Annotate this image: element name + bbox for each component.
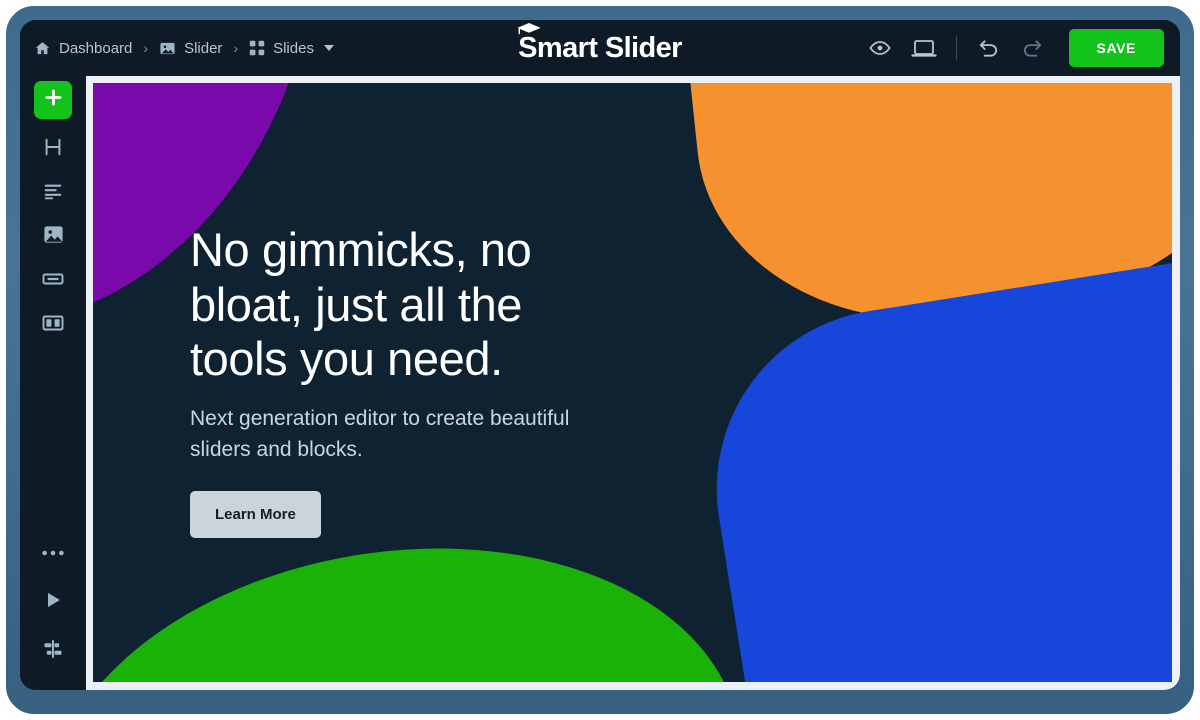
breadcrumb-label: Slides [273, 39, 314, 57]
slide-subheading[interactable]: Next generation editor to create beautif… [190, 403, 590, 467]
undo-icon[interactable] [975, 34, 1003, 62]
image-icon [42, 223, 65, 251]
breadcrumb-label: Dashboard [59, 39, 133, 57]
toolbar-divider [955, 36, 957, 60]
align-center-icon [41, 637, 65, 666]
app-logo[interactable]: Smart Slider [517, 22, 682, 63]
learn-more-button[interactable]: Learn More [190, 491, 321, 539]
row-layer-button[interactable] [34, 306, 72, 344]
text-layer-button[interactable] [34, 174, 72, 212]
breadcrumb-item-slider[interactable]: Slider [159, 40, 222, 57]
slide-canvas[interactable]: No gimmicks, no bloat, just all the tool… [93, 83, 1172, 682]
app-body: No gimmicks, no bloat, just all the tool… [20, 76, 1180, 690]
breadcrumb: Dashboard › Slider › Slides [34, 40, 334, 57]
more-options-button[interactable] [34, 534, 72, 572]
grid-icon [249, 40, 265, 56]
breadcrumb-separator: › [143, 40, 149, 56]
align-button[interactable] [34, 632, 72, 670]
breadcrumb-label: Slider [184, 39, 223, 57]
breadcrumb-item-slides[interactable]: Slides [249, 40, 334, 57]
add-layer-button[interactable] [34, 81, 72, 119]
slide-text-layers: No gimmicks, no bloat, just all the tool… [190, 223, 590, 539]
plus-icon [43, 87, 64, 113]
button-layer-button[interactable] [34, 262, 72, 300]
app-logo-text: Smart Slider [517, 22, 682, 63]
breadcrumb-item-dashboard[interactable]: Dashboard [34, 40, 132, 57]
redo-icon[interactable] [1019, 34, 1047, 62]
device-desktop-icon[interactable] [910, 34, 938, 62]
breadcrumb-separator: › [233, 40, 239, 56]
heading-icon [42, 136, 64, 163]
image-icon [159, 40, 176, 57]
app-window: Dashboard › Slider › Slides Smart Slider… [20, 20, 1180, 690]
save-button[interactable]: SAVE [1068, 29, 1164, 67]
top-toolbar-actions: SAVE [866, 29, 1164, 67]
left-sidebar [20, 76, 86, 690]
columns-icon [41, 311, 65, 340]
button-icon [41, 267, 65, 296]
device-frame: Dashboard › Slider › Slides Smart Slider… [0, 0, 1200, 720]
home-icon [34, 40, 51, 57]
slide-heading[interactable]: No gimmicks, no bloat, just all the tool… [190, 223, 590, 387]
ellipsis-icon [41, 544, 65, 562]
blue-blob[interactable] [690, 242, 1172, 682]
preview-icon[interactable] [866, 34, 894, 62]
text-icon [42, 180, 64, 207]
chevron-down-icon[interactable] [323, 45, 334, 51]
graduation-cap-icon [517, 22, 541, 34]
canvas-area: No gimmicks, no bloat, just all the tool… [86, 76, 1180, 690]
image-layer-button[interactable] [34, 218, 72, 256]
heading-layer-button[interactable] [34, 130, 72, 168]
top-toolbar: Dashboard › Slider › Slides Smart Slider… [20, 20, 1180, 76]
play-icon [42, 589, 64, 616]
play-button[interactable] [34, 583, 72, 621]
